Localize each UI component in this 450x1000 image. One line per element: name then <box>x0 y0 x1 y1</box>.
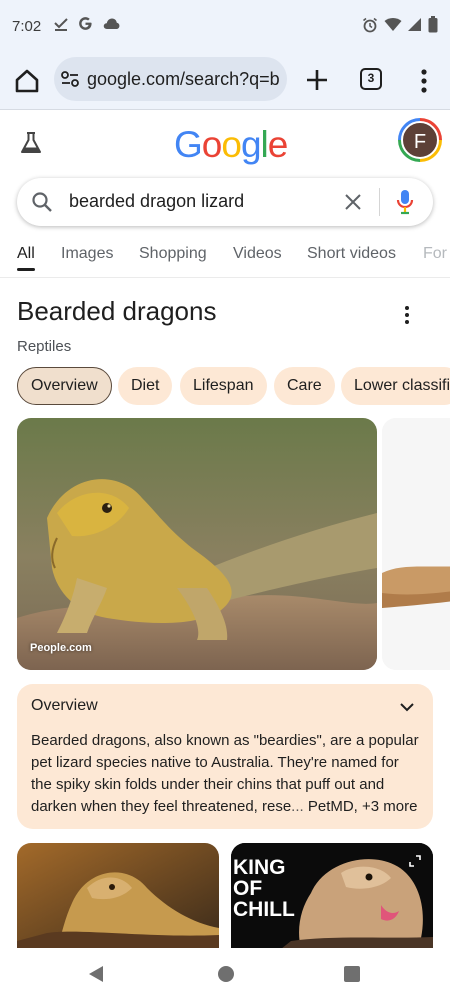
chip-lower-classification[interactable]: Lower classifi <box>341 367 450 405</box>
address-bar[interactable]: google.com/search?q=b <box>54 57 287 101</box>
overview-ellipsis: ... <box>291 798 308 815</box>
back-icon[interactable] <box>88 965 104 983</box>
logo-letter: l <box>260 124 269 165</box>
logo-letter: G <box>174 124 203 165</box>
status-left-icons <box>54 16 120 31</box>
system-navigation-bar <box>0 948 450 1000</box>
recent-apps-button[interactable] <box>344 966 360 982</box>
active-tab-indicator <box>17 268 35 271</box>
tab-images[interactable]: Images <box>61 245 113 263</box>
logo-letter: o <box>201 124 223 165</box>
new-tab-icon[interactable] <box>303 66 331 94</box>
status-time: 7:02 <box>12 18 42 35</box>
hero-image-source: People.com <box>30 642 92 654</box>
status-right-icons <box>362 16 438 33</box>
search-icon <box>32 192 52 212</box>
chip-diet[interactable]: Diet <box>118 367 173 405</box>
google-g-icon <box>79 17 92 30</box>
topic-chips: Overview Diet Lifespan Care Lower classi… <box>0 367 450 407</box>
home-button[interactable] <box>218 966 234 982</box>
logo-letter: o <box>221 124 242 165</box>
thumbnail-overlay-line: CHILL <box>233 898 295 921</box>
more-options-icon[interactable] <box>414 66 434 96</box>
overview-card[interactable]: Overview Bearded dragons, also known as … <box>17 684 433 829</box>
overview-text: Bearded dragons, also known as "beardies… <box>31 730 423 818</box>
cloud-icon <box>103 18 120 29</box>
logo-letter: g <box>240 124 262 165</box>
thumbnail-overlay-line: KING <box>233 856 286 879</box>
tab-shopping[interactable]: Shopping <box>139 245 207 263</box>
knowledge-panel-subtitle: Reptiles <box>17 338 72 355</box>
screen: 7:02 google.com/search?q=b 3 Google F be… <box>0 0 450 1000</box>
bearded-dragon-thumbnail-photo <box>17 843 219 949</box>
tab-videos[interactable]: Videos <box>233 245 282 263</box>
overview-sources-link[interactable]: PetMD, +3 more <box>308 798 418 815</box>
tab-all[interactable]: All <box>17 245 35 263</box>
chip-care[interactable]: Care <box>274 367 335 405</box>
microphone-icon[interactable] <box>395 189 415 215</box>
search-tabs: All Images Shopping Videos Short videos … <box>0 232 450 278</box>
address-url[interactable]: google.com/search?q=b <box>87 69 283 90</box>
home-icon[interactable] <box>12 66 42 96</box>
video-thumbnail[interactable]: KING OF CHILL <box>231 843 433 949</box>
expand-icon[interactable] <box>409 855 421 867</box>
bearded-dragon-white-bg-photo <box>382 418 450 670</box>
hero-image[interactable]: People.com <box>17 418 377 670</box>
checkmark-download-icon <box>54 17 68 31</box>
chevron-down-icon[interactable] <box>399 700 415 714</box>
labs-flask-icon[interactable] <box>18 130 44 156</box>
tab-switcher-button[interactable]: 3 <box>360 68 382 90</box>
logo-letter: e <box>267 124 289 165</box>
tab-short-videos[interactable]: Short videos <box>307 245 396 263</box>
chip-overview[interactable]: Overview <box>17 367 112 405</box>
battery-icon <box>428 16 438 33</box>
google-logo: Google <box>174 124 289 166</box>
bearded-dragon-photo <box>17 418 377 670</box>
wifi-icon <box>384 18 402 31</box>
signal-icon <box>408 18 421 31</box>
knowledge-panel-title: Bearded dragons <box>17 296 217 326</box>
alarm-icon <box>363 17 377 32</box>
thumbnail-overlay-line: OF <box>233 877 263 900</box>
panel-more-options-icon[interactable] <box>400 304 414 326</box>
thumbnail-overlay-text: KING OF CHILL <box>233 857 295 920</box>
avatar[interactable]: F <box>401 121 439 159</box>
tab-forums[interactable]: For <box>423 245 447 263</box>
search-box[interactable]: bearded dragon lizard <box>17 178 433 226</box>
search-divider <box>379 188 380 216</box>
chip-lifespan[interactable]: Lifespan <box>180 367 267 405</box>
secondary-image[interactable] <box>382 418 450 670</box>
browser-toolbar: google.com/search?q=b 3 <box>0 52 450 110</box>
search-input[interactable]: bearded dragon lizard <box>69 191 244 212</box>
video-thumbnail[interactable] <box>17 843 219 949</box>
overview-title: Overview <box>31 697 98 714</box>
status-bar: 7:02 <box>0 0 450 52</box>
account-avatar-ring[interactable]: F <box>398 118 442 162</box>
clear-icon[interactable] <box>343 192 363 212</box>
site-settings-icon[interactable] <box>60 70 80 88</box>
